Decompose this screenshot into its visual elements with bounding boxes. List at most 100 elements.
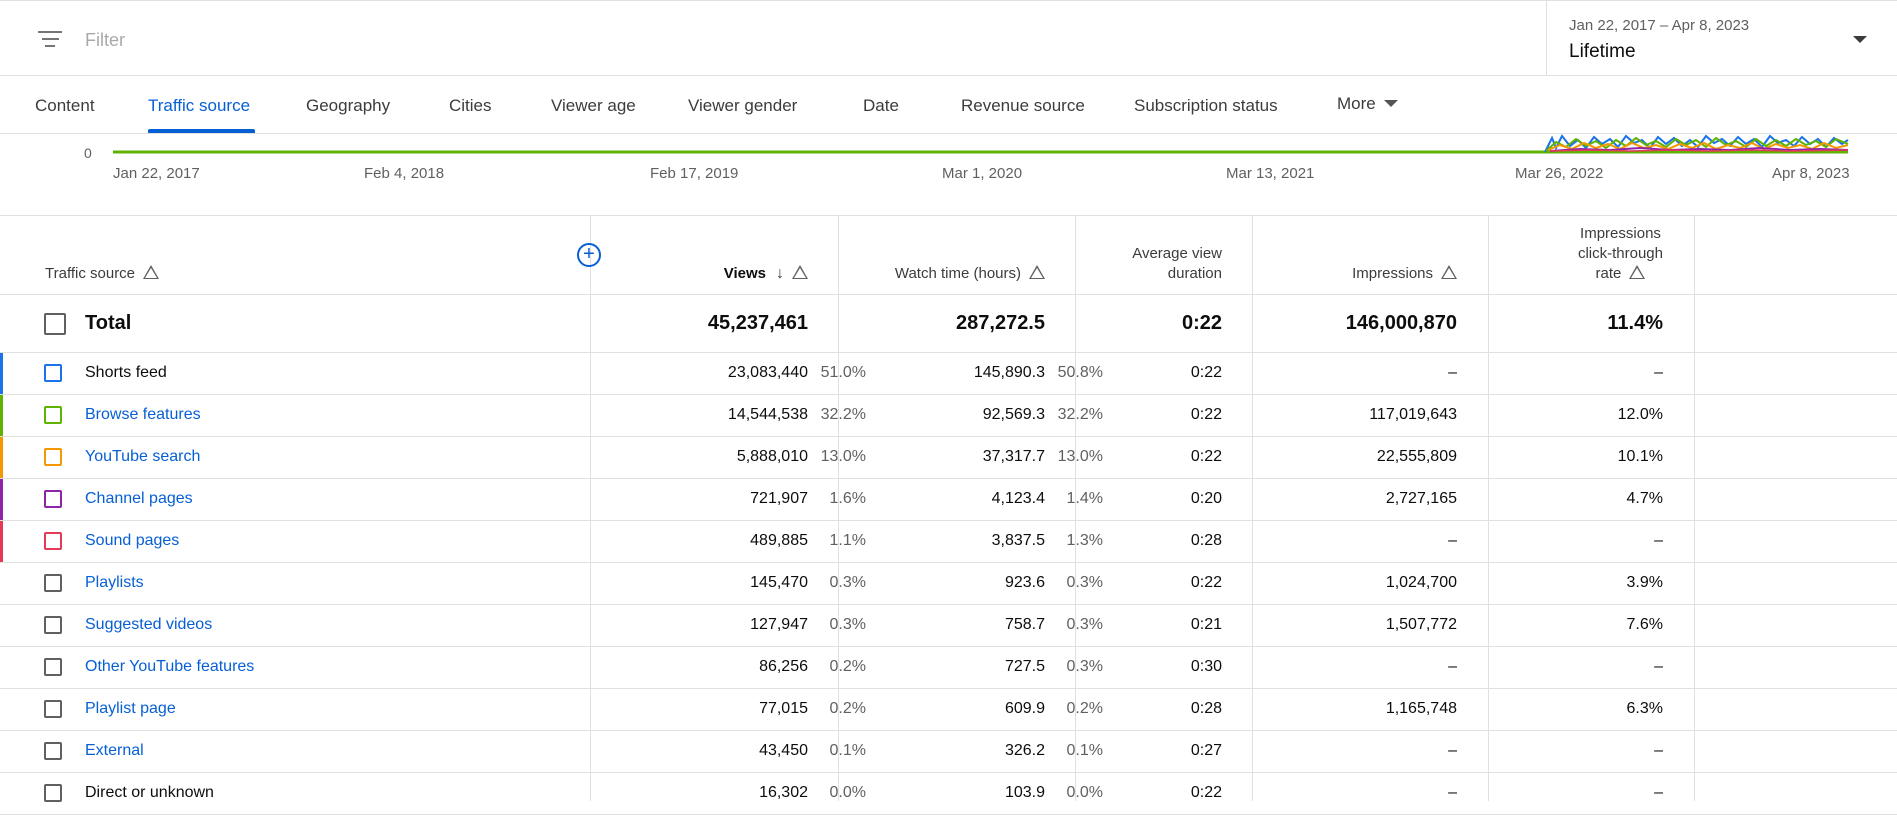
table-row: Channel pages 721,907 1.6% 4,123.4 1.4% … — [0, 479, 1897, 521]
row-checkbox[interactable] — [44, 490, 62, 508]
row-checkbox[interactable] — [44, 364, 62, 382]
watch-time-percent: 0.3% — [1066, 658, 1103, 675]
watch-time-value: 923.6 — [1004, 574, 1045, 591]
views-percent: 0.0% — [829, 784, 866, 801]
row-label[interactable]: External — [85, 742, 144, 760]
ctr-value: – — [1654, 784, 1663, 801]
x-tick-label: Jan 22, 2017 — [113, 165, 200, 182]
row-checkbox[interactable] — [44, 532, 62, 550]
views-percent: 0.3% — [829, 616, 866, 633]
row-label[interactable]: Suggested videos — [85, 616, 212, 634]
row-label[interactable]: YouTube search — [85, 448, 200, 466]
tab-cities[interactable]: Cities — [449, 96, 492, 116]
avd-value: 0:22 — [1190, 448, 1222, 465]
avd-value: 0:22 — [1181, 312, 1222, 334]
views-percent: 1.1% — [829, 532, 866, 549]
row-checkbox[interactable] — [44, 616, 62, 634]
x-tick-label: Apr 8, 2023 — [1772, 165, 1850, 182]
x-tick-label: Feb 17, 2019 — [650, 165, 739, 182]
tab-revenue-source[interactable]: Revenue source — [961, 96, 1085, 116]
impressions-value: 117,019,643 — [1369, 406, 1457, 423]
ctr-value: 7.6% — [1626, 616, 1663, 633]
views-value: 86,256 — [759, 658, 808, 675]
tab-subscription-status[interactable]: Subscription status — [1134, 96, 1278, 116]
row-checkbox[interactable] — [44, 313, 66, 335]
header-impressions[interactable]: Impressions — [1352, 264, 1457, 284]
row-checkbox[interactable] — [44, 658, 62, 676]
sort-descending-icon[interactable]: ↓ — [776, 264, 784, 284]
warning-icon[interactable] — [792, 265, 808, 279]
caret-down-icon — [1383, 100, 1398, 108]
warning-icon[interactable] — [1029, 265, 1045, 279]
series-color-marker — [0, 395, 3, 436]
views-percent: 13.0% — [820, 448, 866, 465]
warning-icon[interactable] — [1629, 265, 1646, 279]
watch-time-value: 287,272.5 — [956, 312, 1045, 334]
row-label[interactable]: Other YouTube features — [85, 658, 254, 676]
watch-time-value: 145,890.3 — [973, 364, 1045, 381]
avd-value: 0:22 — [1190, 364, 1222, 381]
tab-geography[interactable]: Geography — [306, 96, 390, 116]
avd-value: 0:30 — [1190, 658, 1222, 675]
header-label-line: click-through — [1577, 245, 1663, 262]
tab-viewer-gender[interactable]: Viewer gender — [688, 96, 797, 116]
x-tick-label: Mar 26, 2022 — [1515, 165, 1604, 182]
avd-value: 0:22 — [1190, 784, 1222, 801]
impressions-value: – — [1448, 742, 1457, 759]
row-label[interactable]: Sound pages — [85, 532, 179, 550]
row-checkbox[interactable] — [44, 448, 62, 466]
warning-icon[interactable] — [1441, 265, 1457, 279]
ctr-value: – — [1654, 658, 1663, 675]
header-views[interactable]: Views ↓ — [724, 264, 808, 284]
views-percent: 1.6% — [829, 490, 866, 507]
ctr-value: – — [1654, 532, 1663, 549]
watch-time-value: 609.9 — [1004, 700, 1045, 717]
filter-input[interactable]: Filter — [85, 30, 125, 51]
impressions-value: 2,727,165 — [1385, 490, 1457, 507]
traffic-source-table: Traffic source + Views ↓ Watch time (hour… — [0, 216, 1897, 815]
add-column-button[interactable]: + — [577, 243, 601, 267]
row-checkbox[interactable] — [44, 700, 62, 718]
tab-date[interactable]: Date — [863, 96, 899, 116]
ctr-value: – — [1654, 742, 1663, 759]
warning-icon[interactable] — [143, 265, 160, 279]
row-checkbox[interactable] — [44, 784, 62, 802]
header-watch-time[interactable]: Watch time (hours) — [895, 264, 1045, 284]
row-checkbox[interactable] — [44, 574, 62, 592]
watch-time-value: 92,569.3 — [982, 406, 1045, 423]
row-label[interactable]: Playlists — [85, 574, 144, 592]
impressions-value: 146,000,870 — [1345, 312, 1457, 334]
date-period-text: Lifetime — [1569, 41, 1636, 62]
header-average-view-duration[interactable]: Average view duration — [1132, 244, 1222, 284]
tab-traffic-source[interactable]: Traffic source — [148, 96, 250, 116]
row-label: Total — [85, 312, 132, 334]
table-row: Sound pages 489,885 1.1% 3,837.5 1.3% 0:… — [0, 521, 1897, 563]
table-row: YouTube search 5,888,010 13.0% 37,317.7 … — [0, 437, 1897, 479]
header-traffic-source[interactable]: Traffic source — [45, 264, 160, 284]
views-value: 5,888,010 — [736, 448, 808, 465]
tab-content[interactable]: Content — [35, 96, 95, 116]
watch-time-value: 103.9 — [1004, 784, 1045, 801]
tab-more[interactable]: More — [1337, 94, 1398, 114]
row-checkbox[interactable] — [44, 742, 62, 760]
row-label[interactable]: Channel pages — [85, 490, 193, 508]
filter-bar: Filter Jan 22, 2017 – Apr 8, 2023 Lifeti… — [0, 0, 1897, 76]
watch-time-percent: 0.3% — [1066, 616, 1103, 633]
watch-time-value: 326.2 — [1004, 742, 1045, 759]
impressions-value: – — [1448, 532, 1457, 549]
filter-icon[interactable] — [38, 31, 62, 49]
table-row-total: Total 45,237,461 287,272.5 0:22 146,000,… — [0, 295, 1897, 353]
row-checkbox[interactable] — [44, 406, 62, 424]
x-tick-label: Mar 13, 2021 — [1226, 165, 1315, 182]
views-value: 721,907 — [750, 490, 808, 507]
watch-time-value: 37,317.7 — [982, 448, 1045, 465]
table-row: Browse features 14,544,538 32.2% 92,569.… — [0, 395, 1897, 437]
tab-viewer-age[interactable]: Viewer age — [551, 96, 636, 116]
header-label-line: Average view — [1132, 245, 1222, 262]
row-label[interactable]: Browse features — [85, 406, 201, 424]
watch-time-percent: 13.0% — [1057, 448, 1103, 465]
date-range-picker[interactable]: Jan 22, 2017 – Apr 8, 2023 Lifetime — [1546, 1, 1897, 76]
watch-time-value: 758.7 — [1004, 616, 1045, 633]
header-impressions-ctr[interactable]: Impressions click-through rate — [1578, 224, 1663, 284]
row-label[interactable]: Playlist page — [85, 700, 176, 718]
